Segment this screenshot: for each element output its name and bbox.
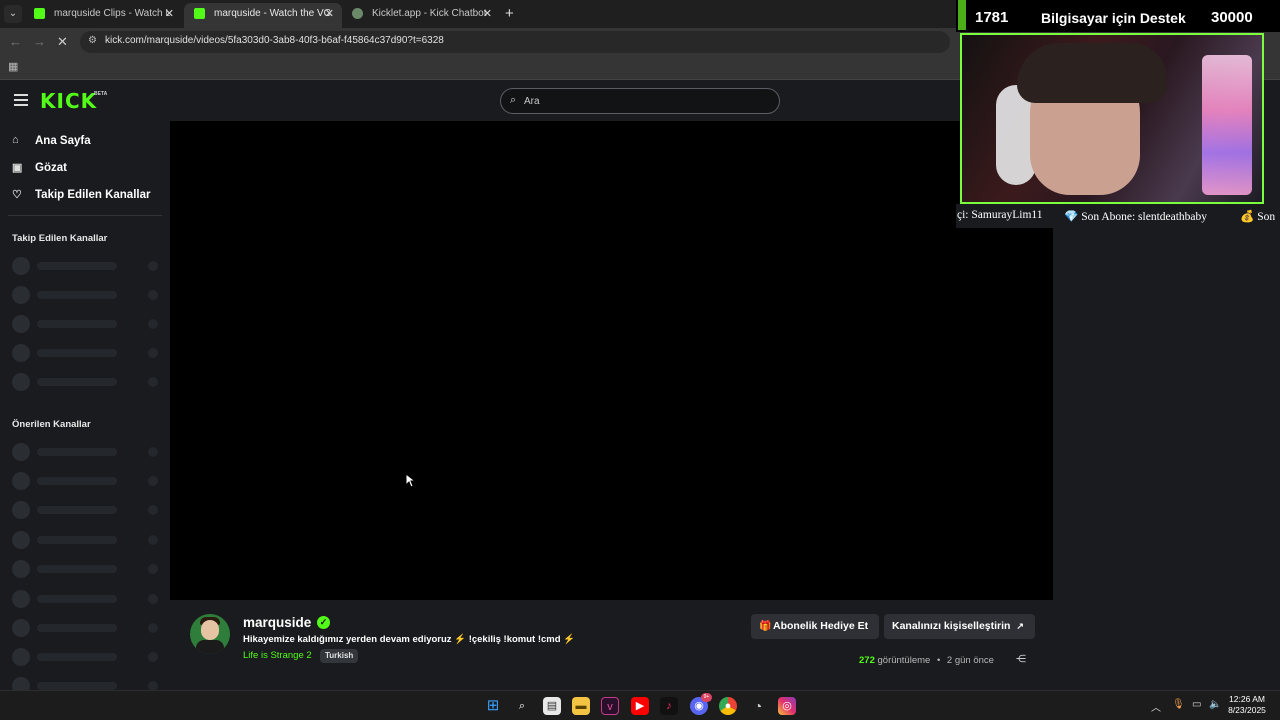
search-icon: ⌕	[510, 94, 517, 106]
site-settings-icon[interactable]: ⚙	[88, 35, 100, 47]
video-player[interactable]	[170, 121, 1053, 600]
search-icon[interactable]: ⌕	[513, 697, 531, 715]
overlay-goal-amount: 30000	[1211, 9, 1253, 26]
tab-search-chevron-icon[interactable]: ⌄	[4, 5, 22, 23]
channel-skeleton	[12, 531, 162, 549]
channel-skeleton	[12, 344, 162, 362]
external-link-icon: ↗	[1016, 621, 1024, 631]
gift-subscription-button[interactable]: 🎁 Abonelik Hediye Et	[751, 614, 879, 639]
browser-tab-kicklet[interactable]: Kicklet.app - Kick Chatbot and ✕	[342, 3, 500, 28]
channel-skeleton	[12, 501, 162, 519]
search-input[interactable]: ⌕ Ara	[500, 88, 780, 114]
channel-avatar[interactable]	[190, 614, 230, 654]
vegas-icon[interactable]: v	[601, 697, 619, 715]
heart-icon: ♡	[12, 189, 22, 201]
channel-skeleton	[12, 648, 162, 666]
language-tag[interactable]: Turkish	[320, 649, 359, 663]
new-tab-icon[interactable]: +	[505, 5, 514, 22]
overlay-accent	[958, 0, 966, 30]
browser-tab-vod[interactable]: marquside - Watch the VOD o ✕	[184, 3, 342, 28]
kick-favicon-icon	[194, 8, 205, 19]
discord-badge: 9+	[701, 693, 712, 702]
webcam-overlay	[960, 33, 1264, 204]
mouse-cursor-icon	[405, 473, 415, 488]
kick-favicon-icon	[34, 8, 45, 19]
instagram-icon[interactable]: ◎	[778, 697, 796, 715]
stop-loading-icon[interactable]: ✕	[57, 34, 68, 50]
obs-icon[interactable]: ◔	[749, 697, 767, 715]
sidebar: ⌂ Ana Sayfa ▣ Gözat ♡ Takip Edilen Kanal…	[0, 121, 170, 695]
channel-skeleton	[12, 590, 162, 608]
verified-badge-icon: ✓	[317, 616, 330, 629]
channel-skeleton	[12, 472, 162, 490]
overlay-left-text: 1781	[975, 9, 1009, 26]
microphone-icon[interactable]: 🎙	[1172, 699, 1185, 710]
sidebar-divider	[8, 215, 162, 216]
browse-icon: ▣	[12, 162, 23, 174]
beta-badge: BETA	[94, 91, 108, 97]
channel-skeleton	[12, 257, 162, 275]
youtube-icon[interactable]: ▶	[631, 697, 649, 715]
clock[interactable]: 12:26 AM 8/23/2025	[1222, 694, 1272, 716]
forward-icon[interactable]: →	[33, 34, 46, 49]
overlay-goal-label: Bilgisayar için Destek	[1041, 10, 1186, 26]
chrome-icon[interactable]: ●	[719, 697, 737, 715]
recommended-channels-heading: Önerilen Kanallar	[12, 419, 91, 430]
kick-logo[interactable]: KICK	[40, 89, 97, 113]
overlay-ticker: çi: SamurayLim11 💎 Son Abone: slentdeath…	[956, 204, 1280, 228]
channel-skeleton	[12, 619, 162, 637]
customize-channel-button[interactable]: Kanalınızı kişiselleştirin ↗	[884, 614, 1035, 639]
menu-icon[interactable]	[14, 94, 28, 106]
channel-skeleton	[12, 443, 162, 461]
stream-title: Hikayemize kaldığımız yerden devam ediyo…	[243, 634, 576, 645]
tiktok-icon[interactable]: ♪	[660, 697, 678, 715]
channel-skeleton	[12, 560, 162, 578]
apps-grid-icon[interactable]: ▦	[8, 60, 18, 73]
channel-skeleton	[12, 315, 162, 333]
taskbar: ⊞ ⌕ ▤ ▬ v ▶ ♪ ◉ 9+ ● ◔ ◎ ︿ 🎙 ▭ 🔈 12:26 A…	[0, 690, 1280, 720]
tray-chevron-icon[interactable]: ︿	[1151, 699, 1161, 714]
gift-icon: 🎁	[759, 621, 772, 632]
notepad-icon[interactable]: ▤	[543, 697, 561, 715]
back-icon[interactable]: ←	[9, 34, 22, 49]
channel-skeleton	[12, 286, 162, 304]
category-link[interactable]: Life is Strange 2	[243, 650, 312, 661]
file-explorer-icon[interactable]: ▬	[572, 697, 590, 715]
close-tab-icon[interactable]: ✕	[165, 3, 174, 25]
view-stats: 272 görüntüleme • 2 gün önce	[859, 655, 994, 666]
volume-icon[interactable]: 🔈	[1209, 699, 1221, 710]
close-tab-icon[interactable]: ✕	[325, 3, 334, 25]
kicklet-favicon-icon	[352, 8, 363, 19]
network-icon[interactable]: ▭	[1192, 699, 1201, 710]
browser-tab-clips[interactable]: marquside Clips - Watch Live o ✕	[24, 3, 182, 28]
home-icon: ⌂	[12, 134, 19, 146]
windows-start-icon[interactable]: ⊞	[484, 697, 502, 715]
close-tab-icon[interactable]: ✕	[483, 3, 492, 25]
followed-channels-heading: Takip Edilen Kanallar	[12, 233, 108, 244]
url-field[interactable]: ⚙ kick.com/marquside/videos/5fa303d0-3ab…	[80, 31, 950, 53]
channel-skeleton	[12, 373, 162, 391]
channel-name[interactable]: marquside	[243, 615, 311, 630]
share-icon[interactable]: ⋲	[1016, 654, 1026, 665]
